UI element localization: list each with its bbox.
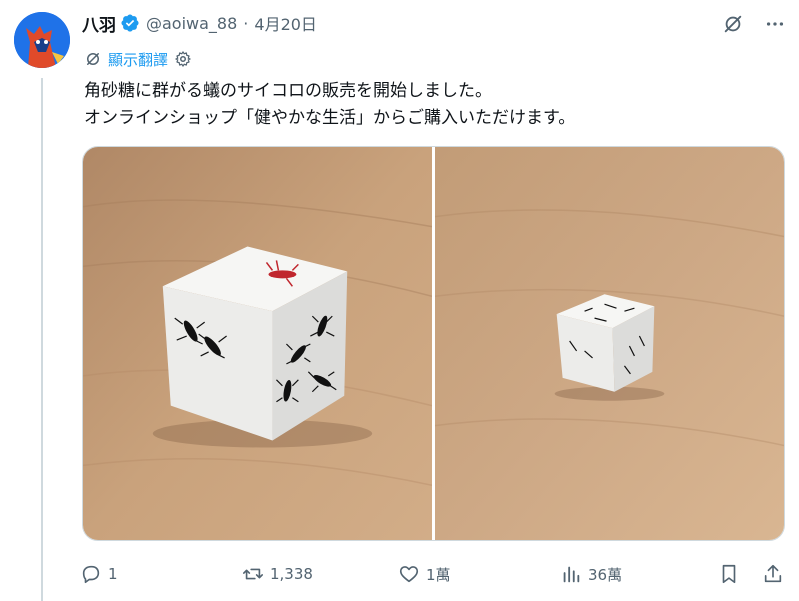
show-translation-link[interactable]: 顯示翻譯 [108, 49, 168, 70]
media-grid [82, 146, 785, 541]
separator-dot: · [243, 13, 249, 33]
views-count: 36萬 [588, 565, 623, 584]
thread-line [41, 78, 43, 601]
tweet-header: 八羽 @aoiwa_88 · 4月20日 [82, 10, 317, 36]
heart-icon [399, 566, 419, 583]
reply-button[interactable]: 1 [80, 560, 118, 588]
reply-icon [82, 565, 100, 584]
dice-small-image [435, 147, 784, 540]
tweet-text-line-1: 角砂糖に群がる蟻のサイコロの販売を開始しました。 [84, 81, 492, 101]
author-name[interactable]: 八羽 [82, 11, 116, 36]
bookmark-icon [722, 564, 736, 584]
action-bar: 1 1,338 1萬 36萬 [80, 560, 790, 588]
dice-closeup-image [83, 147, 432, 540]
bookmark-button[interactable] [718, 560, 740, 588]
retweet-count: 1,338 [270, 565, 313, 583]
translate-row: 顯示翻譯 [84, 48, 192, 70]
share-icon [764, 564, 782, 583]
more-options-icon[interactable] [763, 12, 787, 36]
gear-icon[interactable] [174, 50, 192, 68]
media-image-2[interactable] [435, 147, 784, 540]
avatar-image [14, 12, 70, 68]
retweet-icon [243, 568, 263, 580]
tweet-text-line-2: オンラインショップ「健やかな生活」からご購入いただけます。 [84, 108, 576, 128]
author-handle[interactable]: @aoiwa_88 [146, 14, 237, 33]
media-image-1[interactable] [83, 147, 432, 540]
retweet-button[interactable]: 1,338 [242, 560, 313, 588]
tweet-card: 八羽 @aoiwa_88 · 4月20日 顯示翻譯 角砂糖に群がる蟻のサイコロの… [0, 0, 799, 601]
tweet-date[interactable]: 4月20日 [254, 11, 317, 35]
like-button[interactable]: 1萬 [398, 560, 451, 588]
reply-count: 1 [108, 565, 118, 583]
top-right-controls [721, 12, 787, 36]
views-icon [563, 566, 580, 583]
like-count: 1萬 [426, 565, 451, 584]
tweet-text: 角砂糖に群がる蟻のサイコロの販売を開始しました。 オンラインショップ「健やかな生… [84, 78, 784, 132]
translate-icon [87, 53, 99, 65]
avatar[interactable] [14, 12, 70, 68]
share-button[interactable] [762, 560, 784, 588]
grok-icon[interactable] [721, 12, 745, 36]
views-button[interactable]: 36萬 [560, 560, 622, 588]
verified-badge-icon [121, 14, 139, 32]
